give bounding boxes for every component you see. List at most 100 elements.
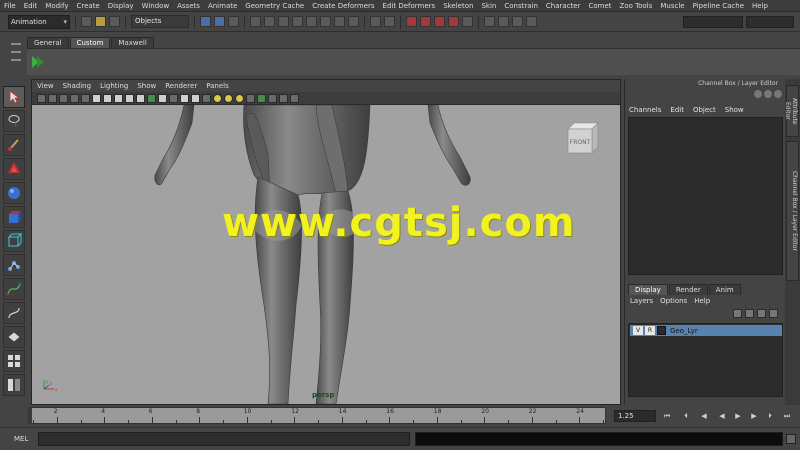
- cb-menu-channels[interactable]: Channels: [629, 106, 661, 114]
- render-frame-icon[interactable]: [498, 16, 509, 27]
- soft-mod-tool[interactable]: [3, 254, 25, 276]
- layer-display-type-toggle[interactable]: R: [645, 326, 655, 335]
- menu-display[interactable]: Display: [108, 2, 134, 10]
- field-chart-icon[interactable]: [125, 93, 134, 103]
- film-gate-icon[interactable]: [92, 93, 101, 103]
- vp-menu-lighting[interactable]: Lighting: [100, 82, 128, 90]
- mask-handles-icon[interactable]: [250, 16, 261, 27]
- name-field[interactable]: [746, 15, 794, 28]
- mask-joints-icon[interactable]: [264, 16, 275, 27]
- menu-animate[interactable]: Animate: [208, 2, 237, 10]
- go-to-start-icon[interactable]: ⏮: [662, 411, 672, 421]
- step-forward-key-icon[interactable]: ▶: [749, 411, 759, 421]
- mask-dynamics-icon[interactable]: [320, 16, 331, 27]
- menu-modify[interactable]: Modify: [45, 2, 68, 10]
- layout-four-pane[interactable]: [3, 350, 25, 372]
- cb-menu-edit[interactable]: Edit: [670, 106, 684, 114]
- command-language-label[interactable]: MEL: [14, 435, 28, 443]
- channel-box-toggle-icon[interactable]: [754, 90, 762, 98]
- smooth-shade-icon[interactable]: [180, 93, 189, 103]
- layout-single-pane[interactable]: [3, 326, 25, 348]
- current-time-marker[interactable]: [29, 408, 32, 423]
- shelf-tab-custom[interactable]: Custom: [69, 37, 111, 48]
- bookmarks-icon[interactable]: [59, 93, 68, 103]
- menu-comet[interactable]: Comet: [588, 2, 611, 10]
- menu-create-deformers[interactable]: Create Deformers: [312, 2, 374, 10]
- shelf-tab-general[interactable]: General: [27, 37, 69, 48]
- manipulator-tool[interactable]: [3, 230, 25, 252]
- menu-zoo-tools[interactable]: Zoo Tools: [620, 2, 653, 10]
- side-tab-channel-box[interactable]: Channel Box / Layer Editor: [786, 141, 799, 281]
- outliner-layout[interactable]: [3, 374, 25, 396]
- selection-mask-dropdown[interactable]: Objects: [131, 15, 189, 28]
- mask-deformers-icon[interactable]: [306, 16, 317, 27]
- cb-menu-object[interactable]: Object: [693, 106, 716, 114]
- menu-muscle[interactable]: Muscle: [660, 2, 684, 10]
- paint-select-tool[interactable]: [3, 134, 25, 156]
- step-back-frame-icon[interactable]: ⏴: [681, 411, 691, 421]
- move-tool[interactable]: [3, 158, 25, 180]
- command-input[interactable]: [38, 432, 410, 446]
- menu-file[interactable]: File: [4, 2, 16, 10]
- tool-settings-toggle-icon[interactable]: [774, 90, 782, 98]
- layer-tab-render[interactable]: Render: [668, 284, 708, 295]
- vp-menu-panels[interactable]: Panels: [206, 82, 229, 90]
- history-icon[interactable]: [484, 16, 495, 27]
- safe-title-icon[interactable]: [147, 93, 156, 103]
- layer-visibility-toggle[interactable]: V: [633, 326, 643, 335]
- snap-to-surface-icon[interactable]: [448, 16, 459, 27]
- high-quality-icon[interactable]: [290, 93, 299, 103]
- menu-create[interactable]: Create: [76, 2, 99, 10]
- shelf-menu-handle[interactable]: [10, 37, 22, 73]
- lasso-tool[interactable]: [3, 110, 25, 132]
- render-settings-icon[interactable]: [526, 16, 537, 27]
- select-by-object-icon[interactable]: [214, 16, 225, 27]
- play-forwards-icon[interactable]: ▶: [733, 411, 743, 421]
- side-tab-attribute-editor[interactable]: Attribute Editor: [784, 85, 799, 137]
- resolution-gate-icon[interactable]: [103, 93, 112, 103]
- mask-curves-icon[interactable]: [278, 16, 289, 27]
- mask-misc-icon[interactable]: [348, 16, 359, 27]
- vp-menu-renderer[interactable]: Renderer: [165, 82, 197, 90]
- shelf-tab-maxwell[interactable]: Maxwell: [111, 37, 154, 48]
- open-scene-icon[interactable]: [95, 16, 106, 27]
- lock-selection-icon[interactable]: [370, 16, 381, 27]
- xray-joints-icon[interactable]: [268, 93, 277, 103]
- mask-surfaces-icon[interactable]: [292, 16, 303, 27]
- grid-toggle-icon[interactable]: [81, 93, 90, 103]
- vp-menu-shading[interactable]: Shading: [63, 82, 91, 90]
- make-live-icon[interactable]: [462, 16, 473, 27]
- highlight-selection-icon[interactable]: [384, 16, 395, 27]
- select-by-component-icon[interactable]: [228, 16, 239, 27]
- menu-help[interactable]: Help: [752, 2, 768, 10]
- step-forward-frame-icon[interactable]: ⏵: [765, 411, 775, 421]
- time-slider[interactable]: 2 4 6 8 10 12 14 16 18 20 22 24: [28, 407, 606, 424]
- menu-skeleton[interactable]: Skeleton: [443, 2, 473, 10]
- textured-icon[interactable]: [202, 93, 211, 103]
- new-layer-from-selection-icon[interactable]: [769, 309, 778, 318]
- menu-edit-deformers[interactable]: Edit Deformers: [383, 2, 436, 10]
- wireframe-icon[interactable]: [169, 93, 178, 103]
- text-overlay-icon[interactable]: [158, 93, 167, 103]
- menu-pipeline-cache[interactable]: Pipeline Cache: [693, 2, 744, 10]
- layer-color-swatch[interactable]: [657, 326, 666, 335]
- menu-window[interactable]: Window: [142, 2, 170, 10]
- mask-rendering-icon[interactable]: [334, 16, 345, 27]
- cb-menu-show[interactable]: Show: [725, 106, 744, 114]
- new-scene-icon[interactable]: [81, 16, 92, 27]
- ep-curve-tool[interactable]: [3, 302, 25, 324]
- layer-tab-display[interactable]: Display: [628, 284, 668, 295]
- gate-mask-icon[interactable]: [114, 93, 123, 103]
- step-back-key-icon[interactable]: ◀: [699, 411, 709, 421]
- default-light-icon[interactable]: [235, 93, 244, 103]
- menu-edit[interactable]: Edit: [24, 2, 38, 10]
- script-editor-button[interactable]: [786, 434, 796, 444]
- menu-assets[interactable]: Assets: [177, 2, 200, 10]
- menu-geometry-cache[interactable]: Geometry Cache: [245, 2, 304, 10]
- go-to-end-icon[interactable]: ⏭: [782, 411, 792, 421]
- camera-attributes-icon[interactable]: [48, 93, 57, 103]
- layer-menu-help[interactable]: Help: [694, 297, 710, 305]
- wireframe-on-shaded-icon[interactable]: [191, 93, 200, 103]
- select-tool[interactable]: [3, 86, 25, 108]
- safe-action-icon[interactable]: [136, 93, 145, 103]
